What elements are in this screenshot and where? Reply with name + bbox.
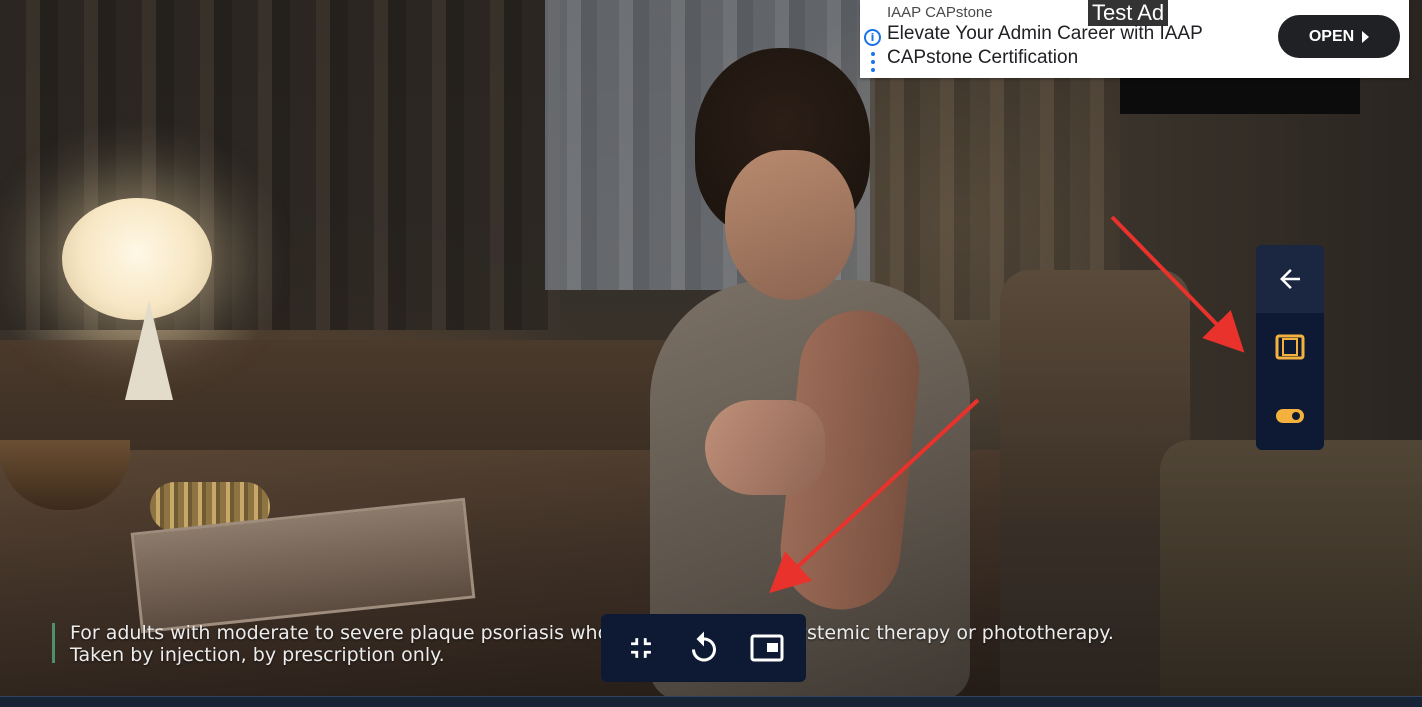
arrow-left-icon xyxy=(1280,269,1300,289)
ad-banner[interactable]: IAAP CAPstone Test Ad i Elevate Your Adm… xyxy=(860,0,1409,78)
ad-open-button[interactable]: OPEN xyxy=(1278,15,1400,58)
scene-person-face xyxy=(725,150,855,300)
bottom-controls xyxy=(601,614,806,682)
replay-button[interactable] xyxy=(679,623,729,673)
back-button[interactable] xyxy=(1256,245,1324,313)
picture-in-picture-icon xyxy=(750,634,783,662)
more-vert-icon[interactable] xyxy=(871,52,875,72)
info-icon[interactable]: i xyxy=(864,29,881,46)
ad-headline[interactable]: Elevate Your Admin Career with IAAP CAPs… xyxy=(887,22,1257,70)
side-toolbar xyxy=(1256,245,1324,450)
ad-advertiser: IAAP CAPstone xyxy=(887,4,993,21)
exit-fullscreen-icon xyxy=(630,638,651,658)
caption-accent-bar xyxy=(52,623,55,663)
aspect-frame-icon xyxy=(1275,334,1305,360)
toggle-button[interactable] xyxy=(1256,381,1324,450)
aspect-ratio-button[interactable] xyxy=(1256,313,1324,381)
video-player[interactable] xyxy=(0,0,1422,696)
scene-person-hand xyxy=(705,400,825,495)
exit-fullscreen-button[interactable] xyxy=(616,623,666,673)
player-bottom-strip xyxy=(0,696,1422,707)
picture-in-picture-button[interactable] xyxy=(742,623,792,673)
toggle-icon xyxy=(1276,408,1304,423)
play-arrow-icon xyxy=(1362,30,1370,43)
ad-open-label: OPEN xyxy=(1308,27,1355,45)
replay-icon xyxy=(691,631,716,662)
scene-lamp-base xyxy=(125,300,173,400)
